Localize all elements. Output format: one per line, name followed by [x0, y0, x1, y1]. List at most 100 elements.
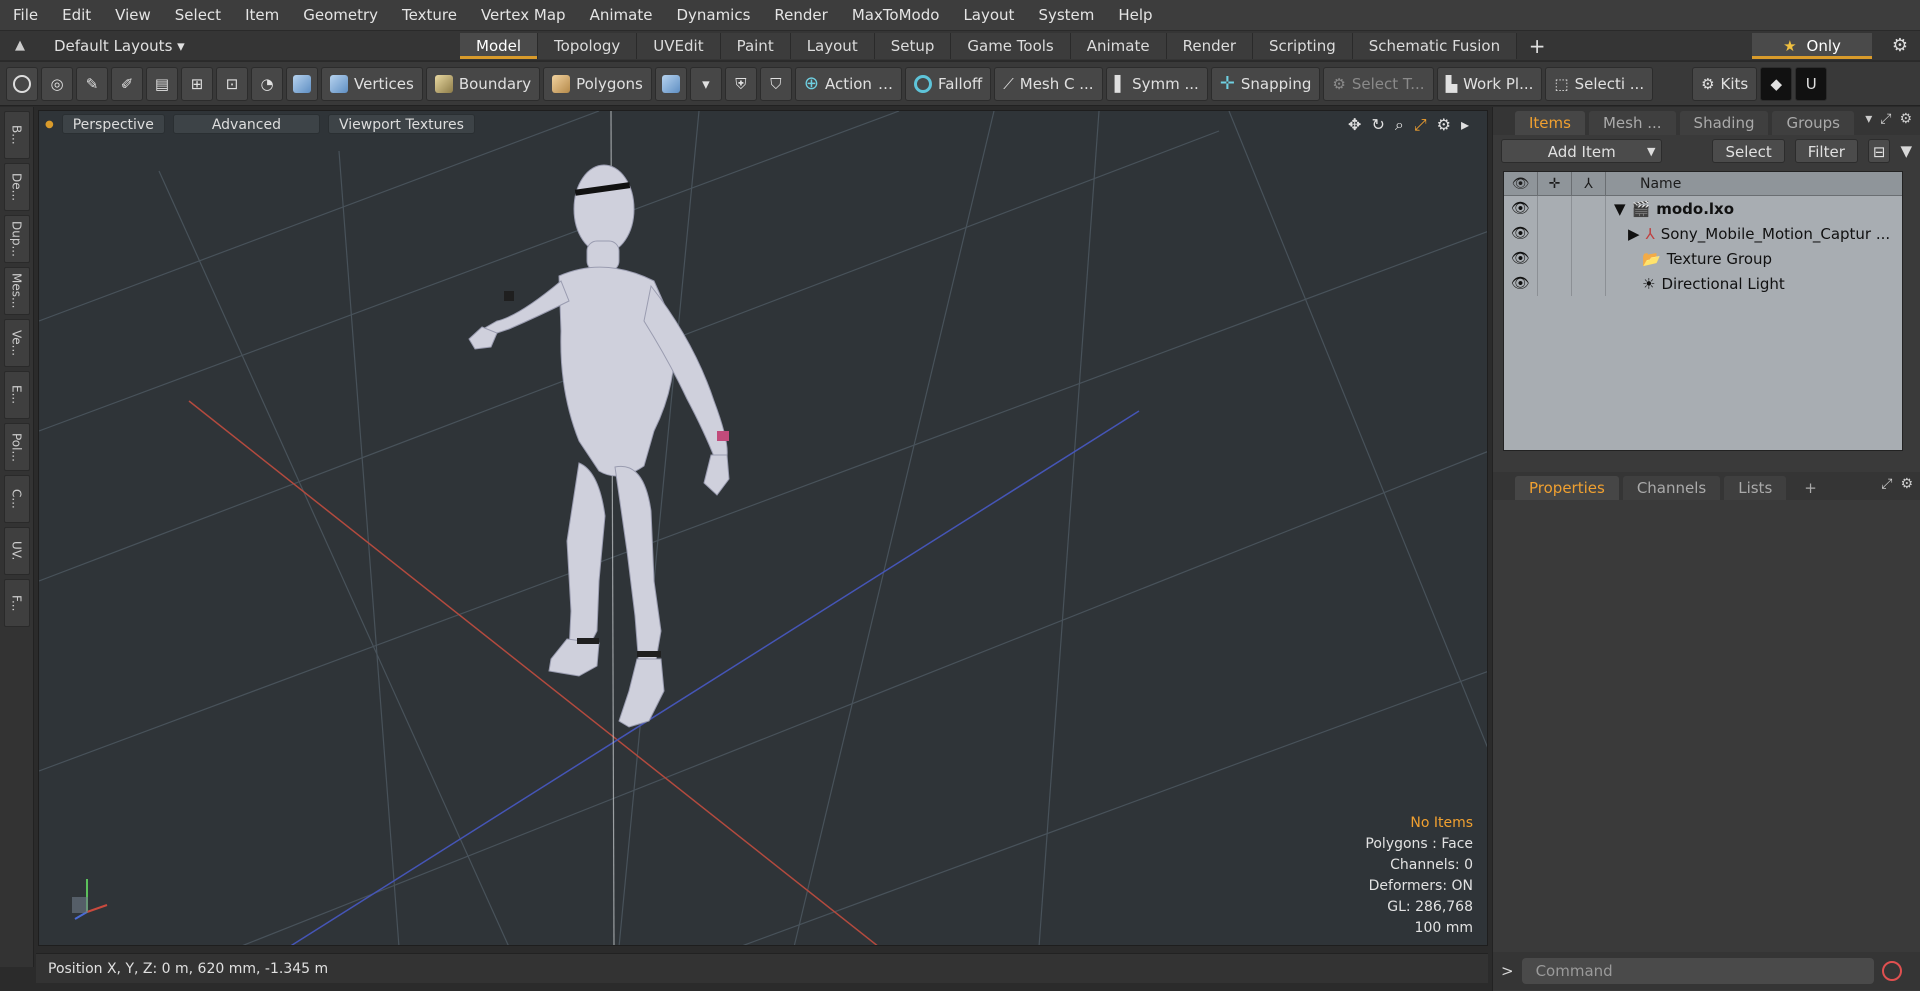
layers-button[interactable]: ▤: [146, 66, 178, 101]
tab-uvedit[interactable]: UVEdit: [637, 32, 721, 59]
pen-button[interactable]: ✎: [76, 66, 108, 101]
record-icon[interactable]: [1881, 961, 1902, 981]
perspective-button[interactable]: Perspective: [61, 114, 165, 134]
pan-icon[interactable]: ✥: [1348, 115, 1361, 135]
select-through-button[interactable]: ⚙ Select T...: [1323, 66, 1434, 101]
rail-tab-deform[interactable]: De...: [3, 163, 30, 211]
advanced-button[interactable]: Advanced: [172, 114, 320, 134]
rotate-icon[interactable]: ↻: [1371, 115, 1384, 135]
polygons-button[interactable]: Polygons: [543, 66, 652, 101]
visibility-column-eye-icon[interactable]: 👁: [1504, 172, 1538, 195]
material-button[interactable]: [654, 66, 687, 101]
play-arrow-icon[interactable]: ▸: [1461, 115, 1469, 135]
menu-geometry[interactable]: Geometry: [290, 0, 389, 30]
tab-shading[interactable]: Shading: [1679, 111, 1769, 135]
unreal-button[interactable]: U: [1795, 66, 1828, 101]
grid-button[interactable]: ⊞: [181, 66, 213, 101]
add-tab-plus-icon[interactable]: +: [1517, 34, 1557, 58]
default-layouts-dropdown[interactable]: Default Layouts ▾: [40, 37, 460, 55]
tab-scripting[interactable]: Scripting: [1253, 32, 1353, 59]
select-button[interactable]: Select: [1712, 139, 1785, 163]
gear-icon[interactable]: ⚙: [1892, 35, 1908, 56]
falloff-button[interactable]: Falloff: [904, 66, 992, 101]
3d-viewport[interactable]: ● Perspective Advanced Viewport Textures…: [38, 110, 1488, 946]
menu-maxtomodo[interactable]: MaxToModo: [839, 0, 951, 30]
menu-animate[interactable]: Animate: [577, 0, 664, 30]
lock-column-icon[interactable]: ✛: [1538, 172, 1572, 195]
work-plane-button[interactable]: ▙ Work Pl...: [1436, 66, 1543, 101]
expand-icon[interactable]: ⤢: [1881, 476, 1892, 492]
tab-items[interactable]: Items: [1515, 111, 1585, 135]
rail-tab-vertex[interactable]: Ve...: [3, 319, 30, 367]
tab-model[interactable]: Model: [460, 32, 539, 59]
menu-dynamics[interactable]: Dynamics: [663, 0, 761, 30]
add-tab-plus-icon[interactable]: +: [1790, 476, 1831, 500]
panel-gear-icon[interactable]: ⚙: [1900, 476, 1913, 492]
tree-row-light[interactable]: 👁 ☀ Directional Light: [1504, 271, 1902, 296]
viewport-gear-icon[interactable]: ⚙: [1437, 115, 1451, 135]
mode-dropdown[interactable]: ▾: [689, 66, 722, 101]
menu-system[interactable]: System: [1025, 0, 1105, 30]
add-item-button[interactable]: Add Item ▼: [1501, 139, 1663, 163]
rail-tab-uv[interactable]: UV.: [3, 527, 30, 575]
tab-game-tools[interactable]: Game Tools: [951, 32, 1071, 59]
snapping-button[interactable]: ✛ Snapping: [1210, 66, 1321, 101]
eye-icon[interactable]: 👁: [1504, 271, 1538, 296]
sphere-button[interactable]: ◔: [251, 66, 283, 101]
transform-column-icon[interactable]: ⅄: [1572, 172, 1606, 195]
tab-lists[interactable]: Lists: [1724, 476, 1787, 500]
item-mode-button[interactable]: [286, 66, 318, 101]
globe-button[interactable]: ◎: [41, 66, 73, 101]
kits-button[interactable]: ⚙ Kits: [1692, 66, 1758, 101]
viewport-textures-button[interactable]: Viewport Textures: [327, 114, 475, 134]
menu-item[interactable]: Item: [232, 0, 290, 30]
collapse-arrow-icon[interactable]: ▲: [0, 38, 40, 53]
rail-tab-duplicate[interactable]: Dup...: [3, 215, 30, 263]
filter-button[interactable]: Filter: [1794, 139, 1858, 163]
eye-icon[interactable]: 👁: [1504, 246, 1538, 271]
tab-schematic-fusion[interactable]: Schematic Fusion: [1352, 32, 1518, 59]
menu-view[interactable]: View: [102, 0, 162, 30]
tab-channels[interactable]: Channels: [1622, 476, 1721, 500]
maximize-icon[interactable]: ⤢: [1414, 115, 1427, 135]
menu-edit[interactable]: Edit: [49, 0, 102, 30]
collapse-triangle-icon[interactable]: ▶: [1628, 225, 1640, 243]
menu-vertex-map[interactable]: Vertex Map: [468, 0, 577, 30]
only-toggle[interactable]: ★ Only: [1752, 33, 1872, 59]
expand-triangle-icon[interactable]: ▼: [1614, 200, 1626, 218]
selection-sets-button[interactable]: ⬚ Selecti ...: [1545, 66, 1654, 101]
panel-gear-icon[interactable]: ⚙: [1899, 111, 1912, 127]
shield-alt-button[interactable]: ⛉: [759, 66, 792, 101]
menu-select[interactable]: Select: [162, 0, 232, 30]
menu-render[interactable]: Render: [761, 0, 838, 30]
vertices-button[interactable]: Vertices: [321, 66, 423, 101]
tree-row-scene[interactable]: 👁 ▼ 🎬 modo.lxo: [1504, 196, 1902, 221]
viewport-menu-dot-icon[interactable]: ●: [45, 119, 54, 130]
rail-tab-polygon[interactable]: Pol...: [3, 423, 30, 471]
funnel-icon[interactable]: ▼: [1900, 142, 1912, 160]
tab-layout[interactable]: Layout: [790, 32, 875, 59]
symmetry-shield-button[interactable]: ⛨: [724, 66, 757, 101]
rail-tab-basic[interactable]: B...: [3, 111, 30, 159]
tab-mesh[interactable]: Mesh ...: [1588, 111, 1676, 135]
frame-button[interactable]: ⊡: [216, 66, 248, 101]
boundary-button[interactable]: Boundary: [425, 66, 541, 101]
tree-row-texture-group[interactable]: 👁 📂 Texture Group: [1504, 246, 1902, 271]
name-column-header[interactable]: Name: [1640, 176, 1681, 192]
expand-icon[interactable]: ⤢: [1880, 111, 1891, 127]
tab-paint[interactable]: Paint: [720, 32, 791, 59]
collapse-button[interactable]: ⊟: [1867, 139, 1891, 163]
zoom-icon[interactable]: ⌕: [1395, 115, 1404, 135]
rail-tab-edge[interactable]: E...: [3, 371, 30, 419]
tab-setup[interactable]: Setup: [874, 32, 952, 59]
tab-topology[interactable]: Topology: [538, 32, 638, 59]
tree-row-mesh[interactable]: 👁 ▶ ⅄ Sony_Mobile_Motion_Captur ...: [1504, 221, 1902, 246]
select-circle-button[interactable]: [6, 66, 38, 101]
mesh-constraint-button[interactable]: ⟋ Mesh C ...: [994, 66, 1103, 101]
menu-layout[interactable]: Layout: [950, 0, 1025, 30]
menu-texture[interactable]: Texture: [389, 0, 468, 30]
rail-tab-curve[interactable]: C...: [3, 475, 30, 523]
symmetry-button[interactable]: ▌ Symm ...: [1105, 66, 1208, 101]
command-input[interactable]: Command: [1521, 958, 1874, 984]
brush-button[interactable]: ✐: [111, 66, 143, 101]
